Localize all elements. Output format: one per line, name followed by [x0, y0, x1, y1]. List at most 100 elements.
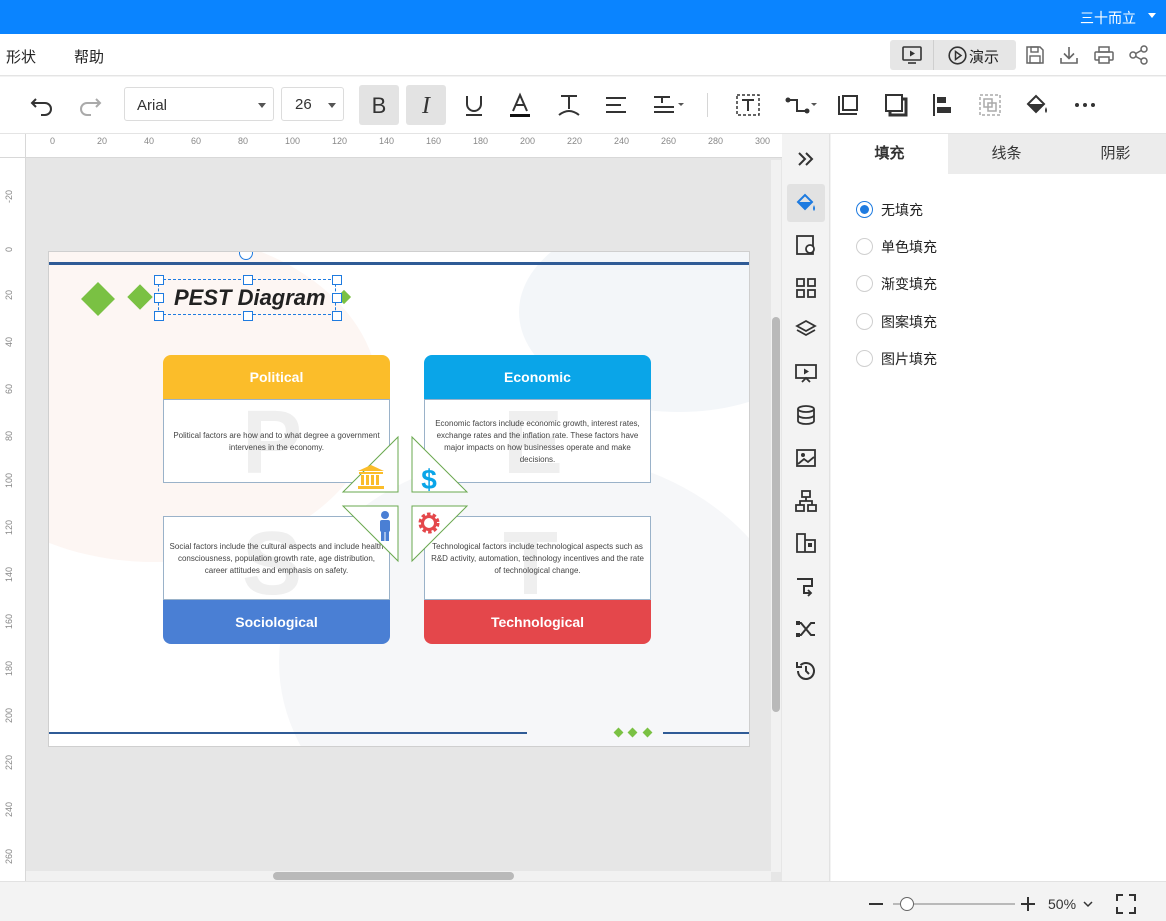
grid-apps-icon[interactable] [787, 269, 825, 307]
fullscreen-icon[interactable] [1115, 893, 1137, 915]
resize-handle[interactable] [332, 293, 342, 303]
ruler-tick-label: 40 [4, 336, 14, 347]
radio-button[interactable] [856, 313, 873, 330]
share-icon[interactable] [1128, 44, 1150, 66]
shuffle-icon[interactable] [787, 610, 825, 648]
present-label: 演示 [969, 49, 1000, 66]
more-icon[interactable] [1070, 90, 1100, 120]
ruler-tick-label: 20 [4, 289, 14, 300]
container-icon[interactable] [833, 90, 863, 120]
ruler-tick-label: 260 [661, 136, 677, 146]
font-color-icon[interactable] [505, 90, 535, 120]
radio-button[interactable] [856, 201, 873, 218]
ruler-tick-label: 260 [4, 848, 14, 864]
text-box-icon[interactable] [733, 90, 763, 120]
zoom-level[interactable]: 50% [1048, 896, 1076, 912]
chevron-down-icon[interactable] [1083, 900, 1093, 908]
ruler-tick-label: 120 [4, 519, 14, 535]
fill-option-label: 渐变填充 [881, 276, 937, 292]
underline-icon[interactable] [459, 90, 489, 120]
resize-handle[interactable] [243, 311, 253, 321]
slideshow-icon [902, 46, 922, 64]
text-arc-icon[interactable] [554, 90, 584, 120]
font-family-value: Arial [137, 97, 168, 114]
ruler-tick-label: 80 [238, 136, 249, 146]
undo-icon[interactable] [27, 90, 57, 120]
zoom-in-icon[interactable] [1020, 896, 1036, 912]
radio-button[interactable] [856, 238, 873, 255]
ruler-vertical: -20 0 20 40 60 80 100 120 140 160 180 20… [0, 158, 26, 881]
user-name[interactable]: 三十而立 [1080, 8, 1136, 28]
resize-handle[interactable] [154, 275, 164, 285]
bold-icon[interactable]: B [359, 85, 399, 125]
resize-handle[interactable] [154, 293, 164, 303]
tab-line[interactable]: 线条 [948, 134, 1065, 174]
present-group: 演示 [890, 40, 1016, 70]
diagram-page[interactable]: PEST Diagram Political P Political facto… [48, 251, 750, 747]
ruler-horizontal: 0 20 40 60 80 100 120 140 160 180 200 22… [26, 134, 782, 158]
ruler-tick-label: 20 [97, 136, 108, 146]
center-quadrant-graphic[interactable]: $ [341, 435, 471, 565]
fill-bucket-icon[interactable] [1022, 90, 1052, 120]
database-icon[interactable] [787, 396, 825, 434]
radio-button[interactable] [856, 350, 873, 367]
image-icon[interactable] [787, 439, 825, 477]
print-icon[interactable] [1093, 44, 1115, 66]
menu-shape[interactable]: 形状 [6, 46, 36, 67]
ruler-tick-label: 220 [567, 136, 583, 146]
ruler-tick-label: 60 [191, 136, 202, 146]
resize-handle[interactable] [332, 275, 342, 285]
radio-button[interactable] [856, 275, 873, 292]
group-icon[interactable] [975, 90, 1005, 120]
svg-text:I: I [421, 93, 431, 119]
page-settings-icon[interactable] [787, 226, 825, 264]
layers-icon[interactable] [787, 311, 825, 349]
present-button[interactable]: 演示 [935, 40, 1016, 70]
redo-icon[interactable] [75, 90, 105, 120]
resize-handle[interactable] [332, 311, 342, 321]
horizontal-scrollbar[interactable] [273, 872, 514, 880]
title-bar: 三十而立 [0, 0, 1166, 34]
ruler-tick-label: 100 [4, 472, 14, 488]
zoom-slider-handle[interactable] [900, 897, 914, 911]
ruler-tick-label: 120 [332, 136, 348, 146]
ruler-tick-label: -20 [4, 189, 14, 203]
side-icon-strip [782, 134, 830, 881]
line-spacing-icon[interactable] [650, 90, 688, 120]
tab-fill[interactable]: 填充 [831, 134, 948, 174]
shadow-icon[interactable] [881, 90, 911, 120]
connector-icon[interactable] [783, 90, 819, 120]
font-family-select[interactable]: Arial [124, 87, 274, 121]
save-icon[interactable] [1024, 44, 1046, 66]
vertical-scrollbar[interactable] [772, 317, 780, 712]
arrange-icon[interactable] [928, 90, 958, 120]
shapes-library-icon[interactable] [787, 524, 825, 562]
menu-help[interactable]: 帮助 [74, 46, 104, 67]
collapse-panel-icon[interactable] [787, 140, 825, 178]
user-menu-caret-icon[interactable] [1148, 13, 1156, 18]
fill-option-label: 无填充 [881, 202, 923, 218]
presentation-icon[interactable] [787, 354, 825, 392]
italic-icon[interactable]: I [406, 85, 446, 125]
align-icon[interactable] [601, 90, 631, 120]
font-size-select[interactable]: 26 [281, 87, 344, 121]
download-icon[interactable] [1058, 44, 1080, 66]
canvas-area[interactable]: 0 20 40 60 80 100 120 140 160 180 200 22… [0, 134, 782, 881]
zoom-out-icon[interactable] [868, 896, 884, 912]
svg-text:B: B [372, 93, 387, 118]
tab-shadow[interactable]: 阴影 [1065, 134, 1166, 174]
font-size-value: 26 [295, 96, 312, 113]
resize-handle[interactable] [154, 311, 164, 321]
slideshow-button[interactable] [890, 40, 934, 70]
resize-handle[interactable] [243, 275, 253, 285]
connector-style-icon[interactable] [787, 567, 825, 605]
ruler-tick-label: 160 [426, 136, 442, 146]
ruler-tick-label: 180 [473, 136, 489, 146]
fill-option-label: 图片填充 [881, 351, 937, 367]
fill-option-label: 图案填充 [881, 314, 937, 330]
diagram-title[interactable]: PEST Diagram [174, 285, 326, 311]
title-selection-box[interactable]: PEST Diagram [154, 275, 342, 321]
fill-panel-icon[interactable] [787, 184, 825, 222]
org-chart-icon[interactable] [787, 482, 825, 520]
history-icon[interactable] [787, 652, 825, 690]
